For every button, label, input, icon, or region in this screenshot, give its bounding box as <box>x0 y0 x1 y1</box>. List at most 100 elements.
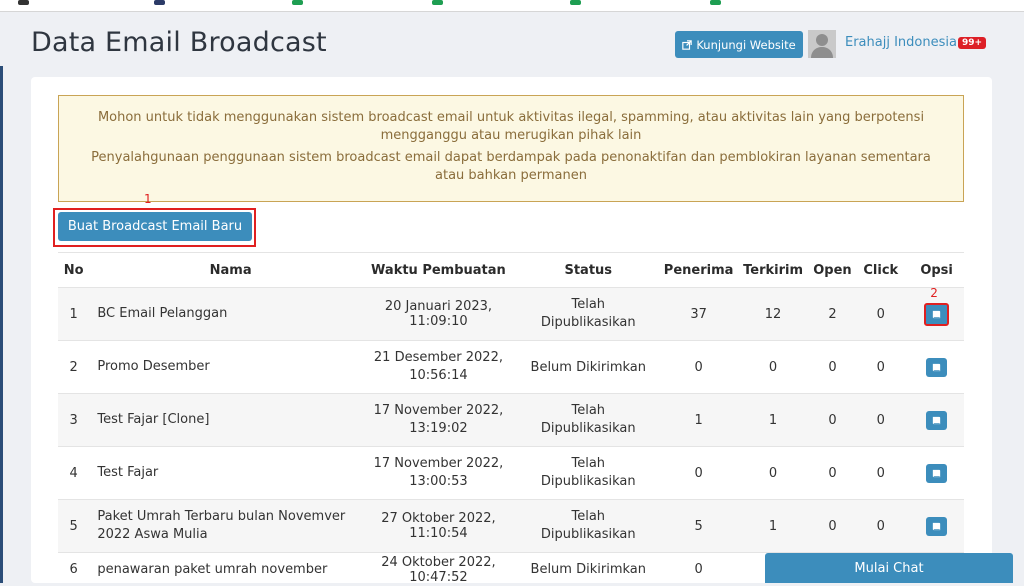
cell-open: 0 <box>813 341 853 394</box>
book-icon <box>931 468 942 479</box>
cell-terkirim: 12 <box>734 288 813 341</box>
cell-status-wrap: Telah Dipublikasikan <box>513 447 664 500</box>
cell-waktu: 27 Oktober 2022, 11:10:54 <box>364 500 513 553</box>
cell-status-wrap: Telah Dipublikasikan <box>513 500 664 553</box>
bookmark-icon[interactable] <box>18 0 29 5</box>
bookmark-icon[interactable] <box>432 0 443 5</box>
cell-nama: Promo Desember <box>97 358 209 376</box>
start-chat-button[interactable]: Mulai Chat <box>765 553 1013 583</box>
annotation-marker-1: 1 <box>144 192 152 206</box>
visit-website-button[interactable]: Kunjungi Website <box>675 31 803 58</box>
cell-terkirim: 0 <box>734 447 813 500</box>
bookmark-icon[interactable] <box>154 0 165 5</box>
cell-waktu: 17 November 2022, 13:19:02 <box>373 402 503 438</box>
cell-status-wrap: Telah Dipublikasikan <box>513 288 664 341</box>
table-row: 4 Test Fajar 17 November 2022, 13:00:53 … <box>58 447 964 500</box>
cell-open: 0 <box>813 394 853 447</box>
book-icon <box>931 415 942 426</box>
bookmark-icon[interactable] <box>292 0 303 5</box>
cell-terkirim: 0 <box>734 341 813 394</box>
bookmark-icon[interactable] <box>710 0 721 5</box>
cell-opsi <box>909 341 964 394</box>
cell-penerima: 0 <box>664 447 734 500</box>
browser-bookmark-strip <box>0 0 1024 12</box>
cell-no: 5 <box>58 500 89 553</box>
cell-click: 0 <box>852 500 909 553</box>
cell-open: 2 <box>813 288 853 341</box>
cell-waktu-wrap: 21 Desember 2022, 10:56:14 <box>364 341 513 394</box>
cell-opsi: 2 <box>909 288 964 341</box>
header-penerima[interactable]: Penerima <box>664 253 734 288</box>
alert-line-2: Penyalahgunaan penggunaan sistem broadca… <box>83 149 939 185</box>
option-button[interactable] <box>926 411 947 430</box>
cell-click: 0 <box>852 447 909 500</box>
cell-nama-wrap: Test Fajar <box>89 447 364 500</box>
option-button[interactable] <box>926 358 947 377</box>
cell-opsi <box>909 500 964 553</box>
header-nama[interactable]: Nama <box>89 253 364 288</box>
user-silhouette-icon <box>808 30 836 58</box>
cell-nama-wrap: Paket Umrah Terbaru bulan Novemver 2022 … <box>89 500 364 553</box>
cell-no: 1 <box>58 288 89 341</box>
page-title: Data Email Broadcast <box>31 27 327 58</box>
cell-opsi <box>909 447 964 500</box>
alert-line-1: Mohon untuk tidak menggunakan sistem bro… <box>83 109 939 145</box>
user-name[interactable]: Erahajj Indonesia <box>845 35 957 50</box>
cell-nama: penawaran paket umrah november <box>97 561 327 579</box>
cell-no: 6 <box>58 553 89 586</box>
header-opsi: Opsi <box>909 253 964 288</box>
cell-nama-wrap: BC Email Pelanggan <box>89 288 364 341</box>
cell-status: Telah Dipublikasikan <box>533 455 643 491</box>
cell-penerima: 0 <box>664 553 734 586</box>
cell-nama: BC Email Pelanggan <box>97 305 227 323</box>
option-button[interactable] <box>926 464 947 483</box>
cell-status: Telah Dipublikasikan <box>533 296 643 332</box>
header-status[interactable]: Status <box>513 253 664 288</box>
book-icon <box>931 309 942 320</box>
cell-no: 3 <box>58 394 89 447</box>
avatar[interactable] <box>808 30 836 58</box>
header-click[interactable]: Click <box>852 253 909 288</box>
cell-waktu: 21 Desember 2022, 10:56:14 <box>373 349 503 385</box>
book-icon <box>931 521 942 532</box>
cell-click: 0 <box>852 394 909 447</box>
cell-waktu: 20 Januari 2023, 11:09:10 <box>364 288 513 341</box>
cell-open: 0 <box>813 500 853 553</box>
warning-alert: Mohon untuk tidak menggunakan sistem bro… <box>58 95 964 202</box>
table-row: 3 Test Fajar [Clone] 17 November 2022, 1… <box>58 394 964 447</box>
cell-penerima: 1 <box>664 394 734 447</box>
cell-penerima: 0 <box>664 341 734 394</box>
bookmark-icon[interactable] <box>570 0 581 5</box>
header-terkirim[interactable]: Terkirim <box>734 253 813 288</box>
cell-nama-wrap: Promo Desember <box>89 341 364 394</box>
option-button[interactable] <box>926 517 947 536</box>
cell-penerima: 5 <box>664 500 734 553</box>
external-link-icon <box>682 40 692 50</box>
header-no[interactable]: No <box>58 253 89 288</box>
table-row: 1 BC Email Pelanggan 20 Januari 2023, 11… <box>58 288 964 341</box>
new-broadcast-button[interactable]: Buat Broadcast Email Baru <box>58 212 252 241</box>
cell-waktu-wrap: 17 November 2022, 13:19:02 <box>364 394 513 447</box>
cell-status: Telah Dipublikasikan <box>533 508 643 544</box>
cell-click: 0 <box>852 288 909 341</box>
cell-status-wrap: Telah Dipublikasikan <box>513 394 664 447</box>
cell-nama-wrap: Test Fajar [Clone] <box>89 394 364 447</box>
table-row: 2 Promo Desember 21 Desember 2022, 10:56… <box>58 341 964 394</box>
option-button[interactable] <box>924 303 949 326</box>
cell-open: 0 <box>813 447 853 500</box>
cell-status: Belum Dikirimkan <box>513 553 664 586</box>
visit-website-label: Kunjungi Website <box>696 38 795 52</box>
sidebar-edge <box>0 66 3 583</box>
book-icon <box>931 362 942 373</box>
cell-nama-wrap: penawaran paket umrah november <box>89 553 364 586</box>
cell-waktu: 17 November 2022, 13:00:53 <box>373 455 503 491</box>
header-waktu[interactable]: Waktu Pembuatan <box>364 253 513 288</box>
cell-penerima: 37 <box>664 288 734 341</box>
cell-click: 0 <box>852 341 909 394</box>
header-open[interactable]: Open <box>813 253 853 288</box>
cell-nama: Paket Umrah Terbaru bulan Novemver 2022 … <box>97 508 357 544</box>
cell-no: 4 <box>58 447 89 500</box>
cell-nama: Test Fajar <box>97 464 158 482</box>
cell-terkirim: 1 <box>734 394 813 447</box>
notification-badge[interactable]: 99+ <box>958 37 986 49</box>
